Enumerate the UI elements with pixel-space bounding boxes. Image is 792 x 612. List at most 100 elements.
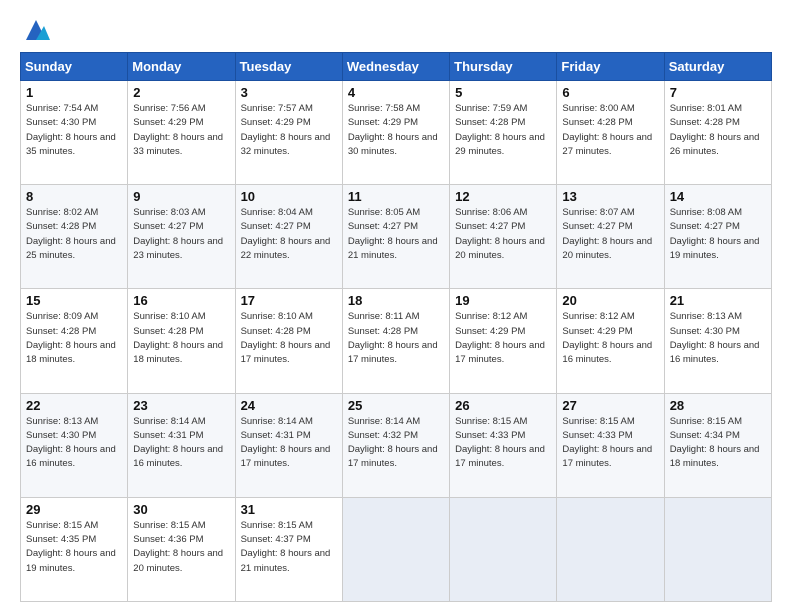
day-detail: Sunrise: 7:54 AM Sunset: 4:30 PM Dayligh… xyxy=(26,102,122,159)
calendar-cell: 5 Sunrise: 7:59 AM Sunset: 4:28 PM Dayli… xyxy=(450,81,557,185)
calendar-cell: 29 Sunrise: 8:15 AM Sunset: 4:35 PM Dayl… xyxy=(21,497,128,601)
day-number: 19 xyxy=(455,293,551,308)
calendar-cell: 27 Sunrise: 8:15 AM Sunset: 4:33 PM Dayl… xyxy=(557,393,664,497)
day-number: 2 xyxy=(133,85,229,100)
day-detail: Sunrise: 8:00 AM Sunset: 4:28 PM Dayligh… xyxy=(562,102,658,159)
day-detail: Sunrise: 8:05 AM Sunset: 4:27 PM Dayligh… xyxy=(348,206,444,263)
calendar-cell: 2 Sunrise: 7:56 AM Sunset: 4:29 PM Dayli… xyxy=(128,81,235,185)
day-number: 14 xyxy=(670,189,766,204)
weekday-header-friday: Friday xyxy=(557,53,664,81)
calendar-cell: 18 Sunrise: 8:11 AM Sunset: 4:28 PM Dayl… xyxy=(342,289,449,393)
weekday-header-sunday: Sunday xyxy=(21,53,128,81)
day-number: 28 xyxy=(670,398,766,413)
day-detail: Sunrise: 8:15 AM Sunset: 4:36 PM Dayligh… xyxy=(133,519,229,576)
day-number: 13 xyxy=(562,189,658,204)
day-number: 23 xyxy=(133,398,229,413)
calendar-cell: 3 Sunrise: 7:57 AM Sunset: 4:29 PM Dayli… xyxy=(235,81,342,185)
weekday-header-row: SundayMondayTuesdayWednesdayThursdayFrid… xyxy=(21,53,772,81)
day-number: 5 xyxy=(455,85,551,100)
weekday-header-saturday: Saturday xyxy=(664,53,771,81)
day-detail: Sunrise: 8:14 AM Sunset: 4:31 PM Dayligh… xyxy=(241,415,337,472)
day-detail: Sunrise: 8:15 AM Sunset: 4:37 PM Dayligh… xyxy=(241,519,337,576)
day-detail: Sunrise: 8:10 AM Sunset: 4:28 PM Dayligh… xyxy=(133,310,229,367)
calendar-cell: 10 Sunrise: 8:04 AM Sunset: 4:27 PM Dayl… xyxy=(235,185,342,289)
calendar-cell: 4 Sunrise: 7:58 AM Sunset: 4:29 PM Dayli… xyxy=(342,81,449,185)
day-detail: Sunrise: 8:03 AM Sunset: 4:27 PM Dayligh… xyxy=(133,206,229,263)
day-detail: Sunrise: 8:15 AM Sunset: 4:33 PM Dayligh… xyxy=(562,415,658,472)
day-number: 31 xyxy=(241,502,337,517)
day-detail: Sunrise: 8:14 AM Sunset: 4:32 PM Dayligh… xyxy=(348,415,444,472)
calendar-cell: 1 Sunrise: 7:54 AM Sunset: 4:30 PM Dayli… xyxy=(21,81,128,185)
day-detail: Sunrise: 8:15 AM Sunset: 4:33 PM Dayligh… xyxy=(455,415,551,472)
day-number: 18 xyxy=(348,293,444,308)
calendar-cell: 15 Sunrise: 8:09 AM Sunset: 4:28 PM Dayl… xyxy=(21,289,128,393)
day-number: 29 xyxy=(26,502,122,517)
day-number: 8 xyxy=(26,189,122,204)
day-detail: Sunrise: 8:07 AM Sunset: 4:27 PM Dayligh… xyxy=(562,206,658,263)
day-number: 9 xyxy=(133,189,229,204)
calendar-cell: 11 Sunrise: 8:05 AM Sunset: 4:27 PM Dayl… xyxy=(342,185,449,289)
calendar-week-3: 15 Sunrise: 8:09 AM Sunset: 4:28 PM Dayl… xyxy=(21,289,772,393)
day-number: 21 xyxy=(670,293,766,308)
day-number: 12 xyxy=(455,189,551,204)
weekday-header-thursday: Thursday xyxy=(450,53,557,81)
day-number: 26 xyxy=(455,398,551,413)
day-detail: Sunrise: 8:15 AM Sunset: 4:34 PM Dayligh… xyxy=(670,415,766,472)
day-detail: Sunrise: 8:13 AM Sunset: 4:30 PM Dayligh… xyxy=(26,415,122,472)
calendar-week-5: 29 Sunrise: 8:15 AM Sunset: 4:35 PM Dayl… xyxy=(21,497,772,601)
day-detail: Sunrise: 7:57 AM Sunset: 4:29 PM Dayligh… xyxy=(241,102,337,159)
calendar-cell: 17 Sunrise: 8:10 AM Sunset: 4:28 PM Dayl… xyxy=(235,289,342,393)
calendar-cell: 25 Sunrise: 8:14 AM Sunset: 4:32 PM Dayl… xyxy=(342,393,449,497)
header xyxy=(20,16,772,44)
calendar-cell: 30 Sunrise: 8:15 AM Sunset: 4:36 PM Dayl… xyxy=(128,497,235,601)
day-detail: Sunrise: 8:04 AM Sunset: 4:27 PM Dayligh… xyxy=(241,206,337,263)
calendar-cell: 20 Sunrise: 8:12 AM Sunset: 4:29 PM Dayl… xyxy=(557,289,664,393)
calendar-cell: 12 Sunrise: 8:06 AM Sunset: 4:27 PM Dayl… xyxy=(450,185,557,289)
day-number: 16 xyxy=(133,293,229,308)
calendar-cell: 24 Sunrise: 8:14 AM Sunset: 4:31 PM Dayl… xyxy=(235,393,342,497)
day-number: 3 xyxy=(241,85,337,100)
logo xyxy=(20,16,50,44)
day-detail: Sunrise: 8:13 AM Sunset: 4:30 PM Dayligh… xyxy=(670,310,766,367)
day-detail: Sunrise: 8:15 AM Sunset: 4:35 PM Dayligh… xyxy=(26,519,122,576)
day-detail: Sunrise: 7:58 AM Sunset: 4:29 PM Dayligh… xyxy=(348,102,444,159)
calendar-cell: 26 Sunrise: 8:15 AM Sunset: 4:33 PM Dayl… xyxy=(450,393,557,497)
day-detail: Sunrise: 8:08 AM Sunset: 4:27 PM Dayligh… xyxy=(670,206,766,263)
day-number: 15 xyxy=(26,293,122,308)
calendar-cell: 22 Sunrise: 8:13 AM Sunset: 4:30 PM Dayl… xyxy=(21,393,128,497)
day-detail: Sunrise: 8:11 AM Sunset: 4:28 PM Dayligh… xyxy=(348,310,444,367)
day-detail: Sunrise: 7:56 AM Sunset: 4:29 PM Dayligh… xyxy=(133,102,229,159)
calendar-cell xyxy=(342,497,449,601)
day-detail: Sunrise: 8:09 AM Sunset: 4:28 PM Dayligh… xyxy=(26,310,122,367)
calendar-table: SundayMondayTuesdayWednesdayThursdayFrid… xyxy=(20,52,772,602)
calendar-cell: 9 Sunrise: 8:03 AM Sunset: 4:27 PM Dayli… xyxy=(128,185,235,289)
calendar-cell: 6 Sunrise: 8:00 AM Sunset: 4:28 PM Dayli… xyxy=(557,81,664,185)
calendar-cell: 19 Sunrise: 8:12 AM Sunset: 4:29 PM Dayl… xyxy=(450,289,557,393)
page: SundayMondayTuesdayWednesdayThursdayFrid… xyxy=(0,0,792,612)
day-detail: Sunrise: 8:06 AM Sunset: 4:27 PM Dayligh… xyxy=(455,206,551,263)
day-detail: Sunrise: 8:12 AM Sunset: 4:29 PM Dayligh… xyxy=(562,310,658,367)
day-number: 22 xyxy=(26,398,122,413)
day-detail: Sunrise: 7:59 AM Sunset: 4:28 PM Dayligh… xyxy=(455,102,551,159)
day-number: 17 xyxy=(241,293,337,308)
day-detail: Sunrise: 8:14 AM Sunset: 4:31 PM Dayligh… xyxy=(133,415,229,472)
weekday-header-wednesday: Wednesday xyxy=(342,53,449,81)
day-number: 27 xyxy=(562,398,658,413)
calendar-cell: 8 Sunrise: 8:02 AM Sunset: 4:28 PM Dayli… xyxy=(21,185,128,289)
calendar-cell: 21 Sunrise: 8:13 AM Sunset: 4:30 PM Dayl… xyxy=(664,289,771,393)
calendar-cell: 7 Sunrise: 8:01 AM Sunset: 4:28 PM Dayli… xyxy=(664,81,771,185)
calendar-cell: 23 Sunrise: 8:14 AM Sunset: 4:31 PM Dayl… xyxy=(128,393,235,497)
calendar-cell: 31 Sunrise: 8:15 AM Sunset: 4:37 PM Dayl… xyxy=(235,497,342,601)
day-number: 7 xyxy=(670,85,766,100)
day-number: 25 xyxy=(348,398,444,413)
calendar-cell xyxy=(450,497,557,601)
day-detail: Sunrise: 8:02 AM Sunset: 4:28 PM Dayligh… xyxy=(26,206,122,263)
calendar-cell xyxy=(664,497,771,601)
calendar-week-2: 8 Sunrise: 8:02 AM Sunset: 4:28 PM Dayli… xyxy=(21,185,772,289)
day-number: 20 xyxy=(562,293,658,308)
calendar-cell: 16 Sunrise: 8:10 AM Sunset: 4:28 PM Dayl… xyxy=(128,289,235,393)
logo-icon xyxy=(22,16,50,44)
calendar-week-4: 22 Sunrise: 8:13 AM Sunset: 4:30 PM Dayl… xyxy=(21,393,772,497)
day-number: 6 xyxy=(562,85,658,100)
weekday-header-monday: Monday xyxy=(128,53,235,81)
